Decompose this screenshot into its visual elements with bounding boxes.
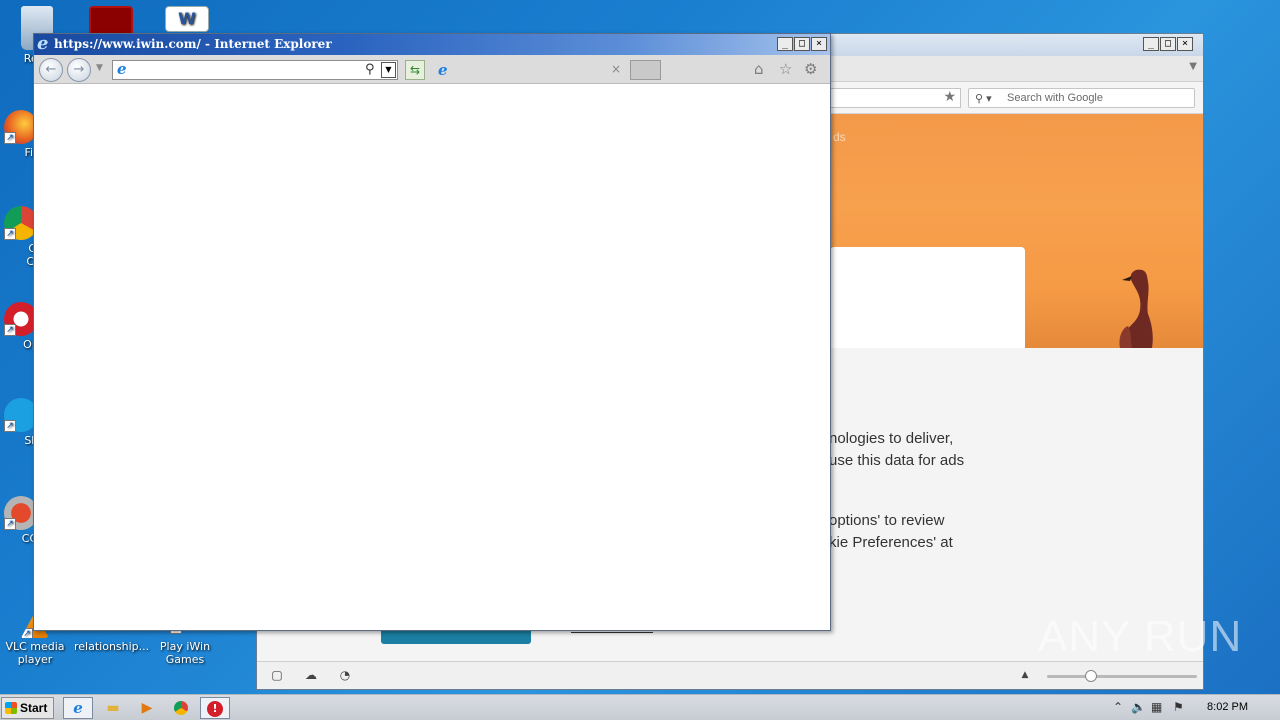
refresh-button[interactable]: ⇆ [405,60,425,80]
cookie-text-line-3: options' to review [829,512,945,529]
media-player-icon: ▶ [141,700,153,716]
settings-gear-icon[interactable]: ⚙ [804,61,817,77]
search-icon: ⚲ ▾ [975,93,992,105]
sidebar-toggle-icon[interactable]: ▢ [269,668,285,682]
taskbar-chrome-button[interactable] [166,697,196,719]
taskbar-opera-button[interactable]: ! [200,697,230,719]
new-tab-button[interactable] [630,60,661,80]
tab-close-icon[interactable]: × [611,62,621,76]
taskbar-media-player-button[interactable]: ▶ [132,697,162,719]
firefox-statusbar: ▢ ☁ ◔ ▲ [257,661,1203,689]
close-button[interactable]: × [1177,37,1193,51]
minimize-button[interactable]: _ [777,37,793,51]
ie-window-title: https://www.iwin.com/ - Internet Explore… [54,37,332,51]
network-icon[interactable]: ▦ [1151,700,1162,714]
bookmark-star-icon[interactable]: ★ [943,89,956,105]
start-button[interactable]: Start [1,697,54,719]
ie-page-icon: e [117,60,127,78]
zoom-slider[interactable] [1047,670,1197,682]
ie-address-bar[interactable]: e ⚲ ▼ [112,60,398,80]
speedometer-icon[interactable]: ◔ [337,668,353,682]
action-center-flag-icon[interactable]: ⚑ [1173,700,1184,714]
volume-icon[interactable]: 🔈 [1131,700,1146,714]
taskbar-explorer-button[interactable]: ▬ [98,697,128,719]
home-icon[interactable]: ⌂ [754,61,764,77]
address-dropdown-button[interactable]: ▼ [381,62,396,78]
maximize-button[interactable]: □ [1160,37,1176,51]
ie-page-content [34,85,830,630]
cookie-text-line-1: nologies to deliver, [829,430,954,447]
word-icon: W [165,6,209,32]
close-button[interactable]: × [811,37,827,51]
anyrun-watermark: ANY RUN [1038,612,1243,661]
ie-window[interactable]: e https://www.iwin.com/ - Internet Explo… [33,33,831,631]
ie-tab[interactable]: e × [432,59,628,82]
ie-titlebar[interactable]: e https://www.iwin.com/ - Internet Explo… [34,33,830,55]
ie-window-controls: _ □ × [777,37,827,51]
windows-logo-icon [5,702,17,714]
tab-list-chevron-icon[interactable]: ▼ [1189,61,1197,72]
maximize-button[interactable]: □ [794,37,810,51]
firefox-window-controls: _ □ × [1143,37,1193,51]
hero-faint-text: ds [833,130,846,144]
desktop-icon-word[interactable]: W [152,6,222,34]
folder-icon: ▬ [106,700,120,716]
hero-card [830,247,1025,351]
show-hidden-icons-icon[interactable]: ⌃ [1113,700,1123,714]
minimize-button[interactable]: _ [1143,37,1159,51]
triangle-up-icon[interactable]: ▲ [1017,668,1033,682]
favorites-star-icon[interactable]: ☆ [779,61,792,77]
chrome-icon [174,701,188,715]
ie-toolbar: ← → ▼ e ⚲ ▼ ⇆ e × ⌂ ☆ ⚙ [34,55,830,84]
cookie-settings-link[interactable] [571,632,653,633]
address-input[interactable] [133,62,343,78]
zoom-slider-knob[interactable] [1085,670,1097,682]
taskbar-ie-button[interactable]: e [63,697,93,719]
cookie-text-line-2: use this data for ads [829,452,965,469]
cloud-icon[interactable]: ☁ [303,668,319,682]
system-tray: ⌃ 🔈 ▦ ⚑ 8:02 PM [1105,695,1280,720]
search-placeholder: Search with Google [1007,92,1103,104]
taskbar: Start e ▬ ▶ ! ⌃ 🔈 ▦ ⚑ 8:02 PM [0,694,1280,720]
back-button[interactable]: ← [39,58,63,82]
flamingo-image [1119,269,1153,348]
tab-page-icon: e [438,61,448,79]
clock[interactable]: 8:02 PM [1207,701,1248,713]
ie-logo-icon: e [37,33,49,54]
firefox-url-bar[interactable]: ★ [817,88,961,108]
recent-pages-chevron-icon[interactable]: ▼ [96,63,103,73]
firefox-search-box[interactable]: ⚲ ▾ Search with Google [968,88,1195,108]
opera-icon: ! [207,701,223,717]
cookie-text-line-4: kie Preferences' at [829,534,953,551]
forward-button[interactable]: → [67,58,91,82]
acrobat-icon [89,6,133,36]
search-icon[interactable]: ⚲ [365,62,375,77]
ie-icon: e [73,699,83,717]
